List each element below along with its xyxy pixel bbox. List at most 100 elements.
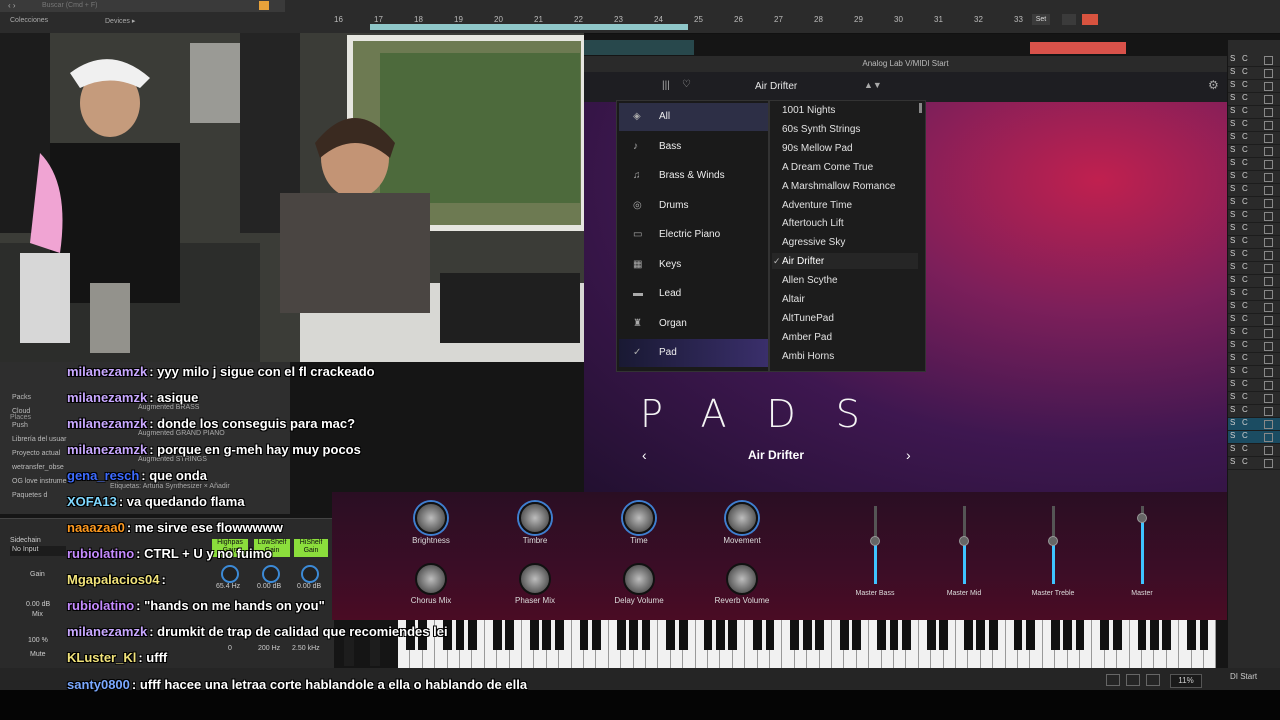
toolbar-preset-name[interactable]: Air Drifter bbox=[755, 81, 797, 92]
black-key[interactable] bbox=[554, 620, 564, 650]
black-key[interactable] bbox=[840, 620, 849, 650]
arm-checkbox[interactable] bbox=[1264, 342, 1273, 351]
arm-checkbox[interactable] bbox=[1264, 446, 1273, 455]
preset-item[interactable]: 60s Synth Strings bbox=[782, 124, 860, 135]
solo-button[interactable]: S bbox=[1230, 379, 1235, 388]
solo-button[interactable]: S bbox=[1230, 418, 1235, 427]
black-key[interactable] bbox=[902, 620, 911, 650]
arm-checkbox[interactable] bbox=[1264, 251, 1273, 260]
places-item[interactable]: wetransfer_obse bbox=[12, 464, 64, 471]
crossfade-button[interactable]: C bbox=[1242, 249, 1248, 258]
solo-button[interactable]: S bbox=[1230, 236, 1235, 245]
devices-label[interactable]: Devices ▸ bbox=[105, 17, 135, 25]
solo-button[interactable]: S bbox=[1230, 197, 1235, 206]
knob-delay-volume[interactable] bbox=[623, 563, 655, 595]
preset-item[interactable]: Ambi Horns bbox=[782, 351, 834, 362]
crossfade-button[interactable]: C bbox=[1242, 106, 1248, 115]
solo-button[interactable]: S bbox=[1230, 405, 1235, 414]
crossfade-button[interactable]: C bbox=[1242, 67, 1248, 76]
preset-item[interactable]: Air Drifter bbox=[782, 256, 824, 267]
arm-checkbox[interactable] bbox=[1264, 381, 1273, 390]
preset-item[interactable]: Adventure Time bbox=[782, 200, 852, 211]
knob-time[interactable] bbox=[623, 502, 655, 534]
black-key[interactable] bbox=[542, 620, 552, 650]
knob-reverb-volume[interactable] bbox=[726, 563, 758, 595]
arm-checkbox[interactable] bbox=[1264, 95, 1273, 104]
crossfade-button[interactable]: C bbox=[1242, 184, 1248, 193]
solo-button[interactable]: S bbox=[1230, 210, 1235, 219]
preset-item[interactable]: Agressive Sky bbox=[782, 237, 845, 248]
preset-updown-icon[interactable]: ▲▼ bbox=[864, 80, 882, 90]
black-key[interactable] bbox=[592, 620, 601, 650]
preset-item[interactable]: A Dream Come True bbox=[782, 162, 873, 173]
black-key[interactable] bbox=[492, 620, 502, 650]
black-key[interactable] bbox=[926, 620, 936, 650]
set-button[interactable]: Set bbox=[1032, 14, 1050, 25]
crossfade-button[interactable]: C bbox=[1242, 288, 1248, 297]
solo-button[interactable]: S bbox=[1230, 314, 1235, 323]
black-key[interactable] bbox=[939, 620, 948, 650]
black-key[interactable] bbox=[678, 620, 688, 650]
arm-checkbox[interactable] bbox=[1264, 56, 1273, 65]
clip-teal[interactable] bbox=[584, 40, 694, 55]
solo-button[interactable]: S bbox=[1230, 366, 1235, 375]
solo-button[interactable]: S bbox=[1230, 301, 1235, 310]
library-icon[interactable]: ||| bbox=[662, 80, 670, 91]
black-key[interactable] bbox=[877, 620, 886, 650]
solo-button[interactable]: S bbox=[1230, 275, 1235, 284]
black-key[interactable] bbox=[1150, 620, 1159, 650]
preset-item[interactable]: A Marshmallow Romance bbox=[782, 181, 895, 192]
loop-brace[interactable] bbox=[370, 24, 688, 30]
crossfade-button[interactable]: C bbox=[1242, 301, 1248, 310]
preset-item[interactable]: AltTunePad bbox=[782, 313, 834, 324]
category-item-pad[interactable]: ✓ Pad bbox=[619, 339, 768, 367]
black-key[interactable] bbox=[988, 620, 998, 650]
arm-checkbox[interactable] bbox=[1264, 134, 1273, 143]
arm-checkbox[interactable] bbox=[1264, 277, 1273, 286]
eq-knob-3[interactable] bbox=[301, 565, 319, 583]
zoom-level[interactable]: 11% bbox=[1170, 674, 1202, 688]
black-key[interactable] bbox=[1100, 620, 1110, 650]
category-item-bass[interactable]: ♪ Bass bbox=[619, 133, 768, 161]
preset-item[interactable]: Aftertouch Lift bbox=[782, 218, 844, 229]
arm-checkbox[interactable] bbox=[1264, 108, 1273, 117]
crossfade-button[interactable]: C bbox=[1242, 93, 1248, 102]
preset-item[interactable]: Amber Pad bbox=[782, 332, 832, 343]
arm-checkbox[interactable] bbox=[1264, 433, 1273, 442]
crossfade-button[interactable]: C bbox=[1242, 314, 1248, 323]
crossfade-button[interactable]: C bbox=[1242, 145, 1248, 154]
eq-knob-1[interactable] bbox=[221, 565, 239, 583]
menu-icon[interactable] bbox=[1126, 674, 1140, 686]
crossfade-button[interactable]: C bbox=[1242, 210, 1248, 219]
black-key[interactable] bbox=[728, 620, 738, 650]
arm-checkbox[interactable] bbox=[1264, 147, 1273, 156]
arm-checkbox[interactable] bbox=[1264, 368, 1273, 377]
redo-icon[interactable] bbox=[1146, 674, 1160, 686]
solo-button[interactable]: S bbox=[1230, 340, 1235, 349]
mute-button[interactable]: Mute bbox=[30, 651, 46, 658]
black-key[interactable] bbox=[1137, 620, 1147, 650]
solo-button[interactable]: S bbox=[1230, 262, 1235, 271]
black-key[interactable] bbox=[852, 620, 862, 650]
expand-icon[interactable] bbox=[1062, 14, 1076, 25]
record-icon[interactable] bbox=[1082, 14, 1098, 25]
crossfade-button[interactable]: C bbox=[1242, 379, 1248, 388]
black-key[interactable] bbox=[790, 620, 800, 650]
arm-checkbox[interactable] bbox=[1264, 407, 1273, 416]
arm-checkbox[interactable] bbox=[1264, 264, 1273, 273]
black-key[interactable] bbox=[455, 620, 465, 650]
solo-button[interactable]: S bbox=[1230, 119, 1235, 128]
pitch-wheel[interactable] bbox=[344, 636, 354, 666]
solo-button[interactable]: S bbox=[1230, 288, 1235, 297]
black-key[interactable] bbox=[889, 620, 899, 650]
crossfade-button[interactable]: C bbox=[1242, 158, 1248, 167]
prev-preset-arrow-icon[interactable]: ‹ bbox=[642, 447, 647, 463]
category-item-all[interactable]: ◈ All bbox=[619, 103, 768, 131]
hishelf-gain-chip[interactable]: HiShelf Gain bbox=[294, 539, 328, 557]
black-key[interactable] bbox=[815, 620, 824, 650]
solo-button[interactable]: S bbox=[1230, 431, 1235, 440]
black-key[interactable] bbox=[765, 620, 775, 650]
solo-button[interactable]: S bbox=[1230, 223, 1235, 232]
black-key[interactable] bbox=[716, 620, 725, 650]
preset-item[interactable]: Altair bbox=[782, 294, 805, 305]
